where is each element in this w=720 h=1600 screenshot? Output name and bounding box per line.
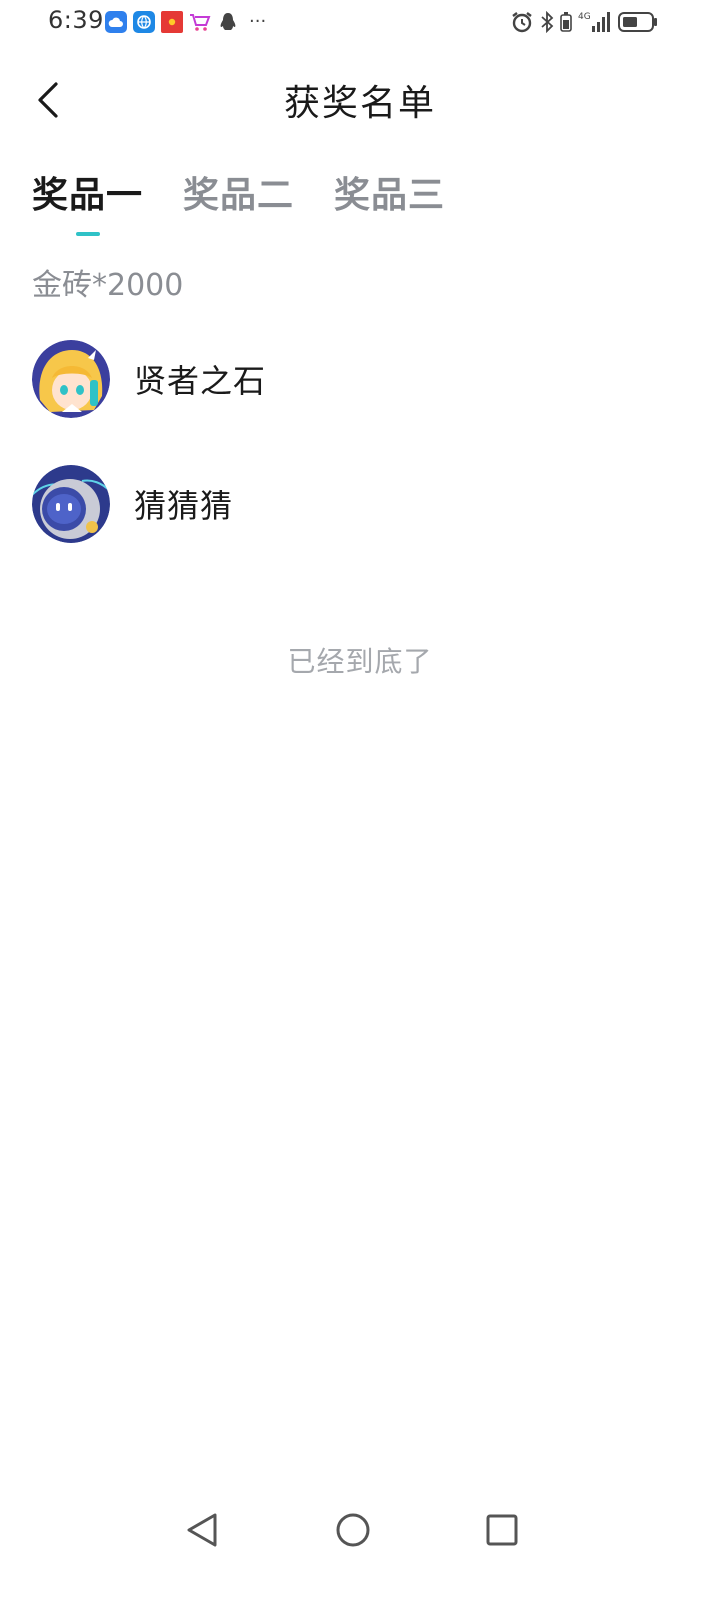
tab-prize-1[interactable]: 奖品一: [32, 166, 143, 236]
red-packet-icon: [161, 11, 183, 33]
cloud-icon: [105, 11, 127, 33]
winner-name: 猜猜猜: [134, 487, 234, 525]
active-tab-indicator: [75, 232, 100, 236]
anime-girl-avatar: [32, 340, 110, 418]
qq-penguin-icon: [217, 11, 239, 33]
alarm-icon: [510, 10, 534, 34]
status-bar: 6:39 ··· 4G: [0, 0, 720, 44]
list-item[interactable]: 猜猜猜: [32, 465, 688, 543]
winner-list: 贤者之石 猜猜猜: [32, 340, 688, 590]
globe-icon: [133, 11, 155, 33]
notification-icons: ···: [105, 11, 266, 33]
page-title: 获奖名单: [283, 83, 436, 124]
square-recents-icon: [486, 1514, 518, 1546]
bluetooth-icon: [540, 10, 554, 34]
system-nav-bar: [0, 1500, 720, 1560]
triangle-back-icon: [187, 1513, 217, 1547]
nav-back-button[interactable]: [182, 1510, 222, 1550]
system-icons: 4G: [510, 10, 658, 34]
tab-prize-2[interactable]: 奖品二: [183, 166, 294, 236]
list-item[interactable]: 贤者之石: [32, 340, 688, 418]
battery-saver-icon: [560, 10, 572, 34]
end-of-list-text: 已经到底了: [287, 645, 433, 678]
shopping-cart-icon: [189, 11, 211, 33]
svg-text:4G: 4G: [578, 12, 591, 22]
tab-label: 奖品三: [334, 175, 446, 216]
nav-home-button[interactable]: [333, 1510, 373, 1550]
signal-4g-icon: 4G: [578, 10, 612, 34]
more-notifications-icon: ···: [249, 11, 267, 32]
winner-name: 贤者之石: [134, 362, 267, 400]
circle-home-icon: [336, 1513, 370, 1547]
battery-icon: [618, 10, 658, 34]
robot-avatar: [32, 465, 110, 543]
nav-recents-button[interactable]: [482, 1510, 522, 1550]
prize-tabs: 奖品一 奖品二 奖品三: [32, 166, 445, 236]
prize-label: 金砖*2000: [32, 268, 184, 303]
tab-label: 奖品一: [32, 175, 144, 216]
tab-prize-3[interactable]: 奖品三: [334, 166, 445, 236]
status-time: 6:39: [48, 6, 104, 34]
tab-label: 奖品二: [183, 175, 295, 216]
